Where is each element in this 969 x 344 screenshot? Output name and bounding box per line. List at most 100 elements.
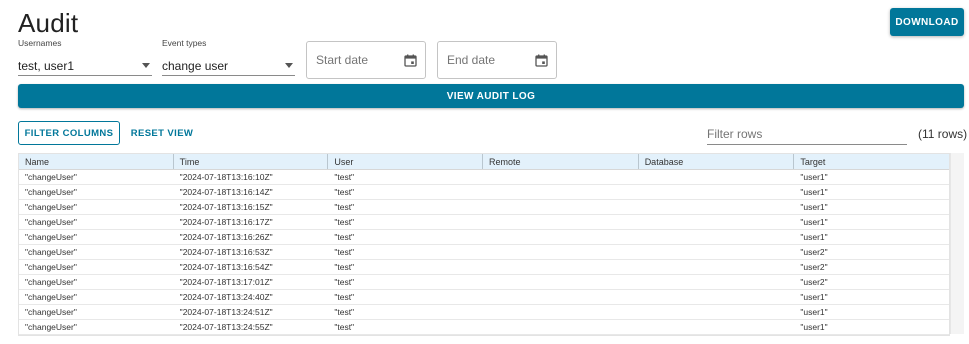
- cell-name: "changeUser": [25, 217, 77, 227]
- cell-name: "changeUser": [25, 262, 77, 272]
- cell-time: "2024-07-18T13:16:17Z": [179, 217, 273, 227]
- table-row[interactable]: "changeUser" "2024-07-18T13:16:26Z" "test"…: [19, 230, 949, 245]
- cell-name: "changeUser": [25, 172, 77, 182]
- cell-user: "test": [334, 202, 355, 212]
- chevron-down-icon: [142, 63, 150, 68]
- cell-time: "2024-07-18T13:24:55Z": [179, 322, 273, 332]
- cell-database: [639, 260, 795, 274]
- end-date-field[interactable]: End date: [437, 41, 557, 79]
- column-header-database[interactable]: Database: [639, 154, 795, 169]
- table-row[interactable]: "changeUser" "2024-07-18T13:24:55Z" "test"…: [19, 320, 949, 335]
- cell-name: "changeUser": [25, 187, 77, 197]
- cell-target: "user1": [800, 217, 828, 227]
- cell-remote: [483, 290, 639, 304]
- column-header-time[interactable]: Time: [174, 154, 329, 169]
- filter-columns-button[interactable]: FILTER COLUMNS: [18, 121, 120, 145]
- usernames-label: Usernames: [18, 38, 62, 48]
- cell-database: [639, 290, 795, 304]
- cell-user: "test": [334, 232, 355, 242]
- table-scrollbar[interactable]: [950, 153, 964, 334]
- cell-user: "test": [334, 217, 355, 227]
- cell-database: [639, 200, 795, 214]
- cell-target: "user2": [800, 277, 828, 287]
- row-count: (11 rows): [918, 127, 968, 141]
- cell-time: "2024-07-18T13:16:53Z": [179, 247, 273, 257]
- cell-user: "test": [334, 277, 355, 287]
- column-header-user[interactable]: User: [328, 154, 484, 169]
- cell-remote: [483, 230, 639, 244]
- cell-time: "2024-07-18T13:16:14Z": [179, 187, 273, 197]
- reset-view-button[interactable]: RESET VIEW: [128, 121, 196, 145]
- cell-target: "user1": [800, 232, 828, 242]
- cell-database: [639, 305, 795, 319]
- column-header-remote[interactable]: Remote: [483, 154, 639, 169]
- cell-database: [639, 215, 795, 229]
- calendar-icon[interactable]: [535, 54, 548, 67]
- cell-target: "user1": [800, 202, 828, 212]
- page-title: Audit: [18, 8, 79, 38]
- event-types-select[interactable]: Event types change user: [162, 38, 295, 76]
- cell-user: "test": [334, 292, 355, 302]
- download-button[interactable]: DOWNLOAD: [890, 8, 964, 36]
- column-header-target[interactable]: Target: [794, 154, 949, 169]
- column-header-name[interactable]: Name: [19, 154, 174, 169]
- audit-table: Name Time User Remote Database Target "c…: [18, 153, 950, 336]
- cell-remote: [483, 170, 639, 184]
- cell-remote: [483, 320, 639, 334]
- cell-time: "2024-07-18T13:16:54Z": [179, 262, 273, 272]
- cell-user: "test": [334, 262, 355, 272]
- cell-name: "changeUser": [25, 292, 77, 302]
- cell-time: "2024-07-18T13:16:10Z": [179, 172, 273, 182]
- cell-target: "user2": [800, 247, 828, 257]
- usernames-select[interactable]: Usernames test, user1: [18, 38, 152, 76]
- event-types-label: Event types: [162, 38, 207, 48]
- table-row[interactable]: "changeUser" "2024-07-18T13:16:17Z" "test"…: [19, 215, 949, 230]
- cell-remote: [483, 260, 639, 274]
- cell-time: "2024-07-18T13:24:40Z": [179, 292, 273, 302]
- cell-database: [639, 185, 795, 199]
- table-row[interactable]: "changeUser" "2024-07-18T13:24:51Z" "test"…: [19, 305, 949, 320]
- cell-database: [639, 275, 795, 289]
- table-row[interactable]: "changeUser" "2024-07-18T13:24:40Z" "test"…: [19, 290, 949, 305]
- table-row[interactable]: "changeUser" "2024-07-18T13:16:14Z" "test"…: [19, 185, 949, 200]
- end-date-placeholder: End date: [447, 53, 496, 67]
- table-row[interactable]: "changeUser" "2024-07-18T13:16:53Z" "test"…: [19, 245, 949, 260]
- calendar-icon[interactable]: [404, 54, 417, 67]
- cell-remote: [483, 245, 639, 259]
- cell-database: [639, 245, 795, 259]
- start-date-placeholder: Start date: [316, 53, 369, 67]
- cell-remote: [483, 305, 639, 319]
- cell-target: "user2": [800, 262, 828, 272]
- cell-name: "changeUser": [25, 307, 77, 317]
- cell-target: "user1": [800, 292, 828, 302]
- cell-user: "test": [334, 172, 355, 182]
- event-types-value: change user: [162, 58, 229, 73]
- table-row[interactable]: "changeUser" "2024-07-18T13:16:10Z" "test"…: [19, 170, 949, 185]
- cell-target: "user1": [800, 187, 828, 197]
- table-row[interactable]: "changeUser" "2024-07-18T13:16:15Z" "test"…: [19, 200, 949, 215]
- cell-time: "2024-07-18T13:17:01Z": [179, 277, 273, 287]
- cell-remote: [483, 275, 639, 289]
- cell-user: "test": [334, 187, 355, 197]
- cell-target: "user1": [800, 322, 828, 332]
- filter-rows-input[interactable]: Filter rows: [707, 123, 907, 145]
- cell-remote: [483, 185, 639, 199]
- cell-target: "user1": [800, 172, 828, 182]
- cell-name: "changeUser": [25, 202, 77, 212]
- cell-user: "test": [334, 307, 355, 317]
- table-row[interactable]: "changeUser" "2024-07-18T13:16:54Z" "test"…: [19, 260, 949, 275]
- view-audit-log-button[interactable]: VIEW AUDIT LOG: [18, 84, 964, 108]
- table-row[interactable]: "changeUser" "2024-07-18T13:17:01Z" "test"…: [19, 275, 949, 290]
- cell-database: [639, 230, 795, 244]
- cell-name: "changeUser": [25, 322, 77, 332]
- cell-database: [639, 170, 795, 184]
- start-date-field[interactable]: Start date: [306, 41, 426, 79]
- table-body: "changeUser" "2024-07-18T13:16:10Z" "test"…: [19, 170, 949, 335]
- cell-name: "changeUser": [25, 277, 77, 287]
- cell-remote: [483, 215, 639, 229]
- cell-name: "changeUser": [25, 247, 77, 257]
- cell-time: "2024-07-18T13:16:15Z": [179, 202, 273, 212]
- cell-remote: [483, 200, 639, 214]
- cell-user: "test": [334, 322, 355, 332]
- chevron-down-icon: [285, 63, 293, 68]
